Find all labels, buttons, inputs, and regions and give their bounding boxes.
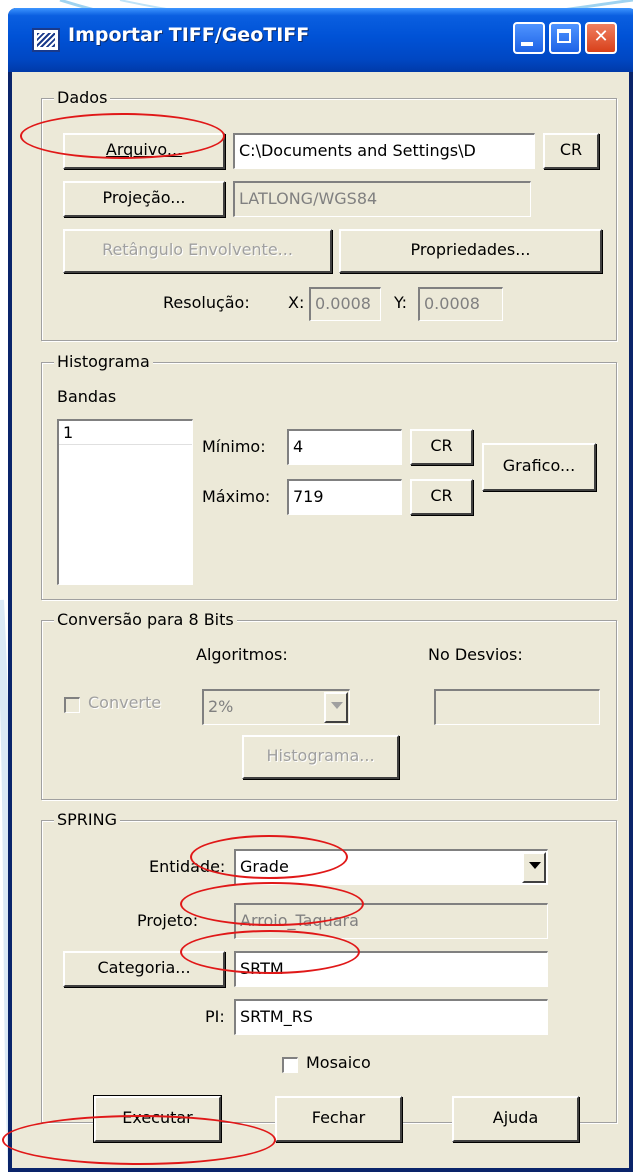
projeto-field: Arroio_Taquara [234,903,548,939]
group-dados: Dados Arquivo... C:\Documents and Settin… [41,88,617,341]
entidade-combo[interactable]: Grade [234,849,548,885]
chevron-down-icon[interactable] [324,692,348,723]
minimo-label: Mínimo: [202,437,266,456]
bandas-list[interactable]: 1 [57,419,193,585]
bandas-list-item[interactable]: 1 [59,421,192,445]
minimo-cr-button[interactable]: CR [410,429,473,465]
group-conversao: Conversão para 8 Bits Algoritmos: No Des… [41,610,617,800]
chevron-down-icon[interactable] [522,852,546,883]
group-dados-legend: Dados [54,88,111,107]
close-button[interactable]: ✕ [585,22,617,54]
algoritmos-label: Algoritmos: [196,645,288,664]
grafico-button[interactable]: Grafico... [482,443,596,491]
app-icon [32,28,60,52]
mosaico-checkbox[interactable] [282,1057,298,1073]
group-spring: SPRING Entidade: Grade Projeto: Arroio_T… [41,810,617,1123]
minimize-button[interactable] [513,22,545,54]
resolucao-x-field: 0.0008 [309,287,381,321]
minimo-field[interactable]: 4 [287,429,402,465]
bandas-label: Bandas [57,387,117,406]
arquivo-cr-button[interactable]: CR [543,133,599,169]
algoritmo-combo-value: 2% [208,697,234,716]
converte-checkbox[interactable] [64,697,80,713]
propriedades-button[interactable]: Propriedades... [339,229,602,273]
converte-label: Converte [88,693,162,712]
arquivo-button[interactable]: Arquivo... [63,133,225,169]
group-histograma-legend: Histograma [54,352,153,371]
ajuda-button[interactable]: Ajuda [452,1096,579,1142]
maximo-field[interactable]: 719 [287,479,402,515]
resolucao-y-field: 0.0008 [418,287,503,321]
arquivo-button-label: Arquivo... [105,140,183,159]
entidade-combo-value: Grade [240,857,289,876]
histograma-button[interactable]: Histograma... [242,735,399,779]
title-bar[interactable]: Importar TIFF/GeoTIFF ✕ [8,8,633,72]
group-spring-legend: SPRING [54,810,121,829]
pi-label: PI: [205,1007,225,1026]
maximo-label: Máximo: [202,487,271,506]
mosaico-label: Mosaico [306,1053,371,1072]
no-desvios-field [434,689,600,725]
group-histograma: Histograma Bandas 1 Mínimo: 4 CR Máximo:… [41,352,617,600]
retangulo-envolvente-button[interactable]: Retângulo Envolvente... [63,229,332,273]
pi-field[interactable]: SRTM_RS [234,999,548,1035]
algoritmo-combo[interactable]: 2% [202,689,350,725]
categoria-button[interactable]: Categoria... [63,951,225,987]
resolucao-y-label: Y: [394,293,408,312]
fechar-button[interactable]: Fechar [275,1096,402,1142]
dialog-window: Importar TIFF/GeoTIFF ✕ Dados Arquivo...… [8,8,633,1172]
executar-button[interactable]: Executar [93,1095,222,1143]
categoria-field[interactable]: SRTM [234,951,548,987]
projeto-label: Projeto: [137,911,199,930]
arquivo-path-field[interactable]: C:\Documents and Settings\D [233,133,535,169]
maximo-cr-button[interactable]: CR [410,479,473,515]
resolucao-label: Resolução: [163,293,250,312]
no-desvios-label: No Desvios: [428,645,523,664]
resolucao-x-label: X: [288,293,305,312]
window-title: Importar TIFF/GeoTIFF [68,24,310,46]
projecao-button[interactable]: Projeção... [63,181,225,217]
group-conversao-legend: Conversão para 8 Bits [54,610,237,629]
entidade-label: Entidade: [149,857,226,876]
maximize-button[interactable] [549,22,581,54]
projecao-field: LATLONG/WGS84 [233,181,531,217]
